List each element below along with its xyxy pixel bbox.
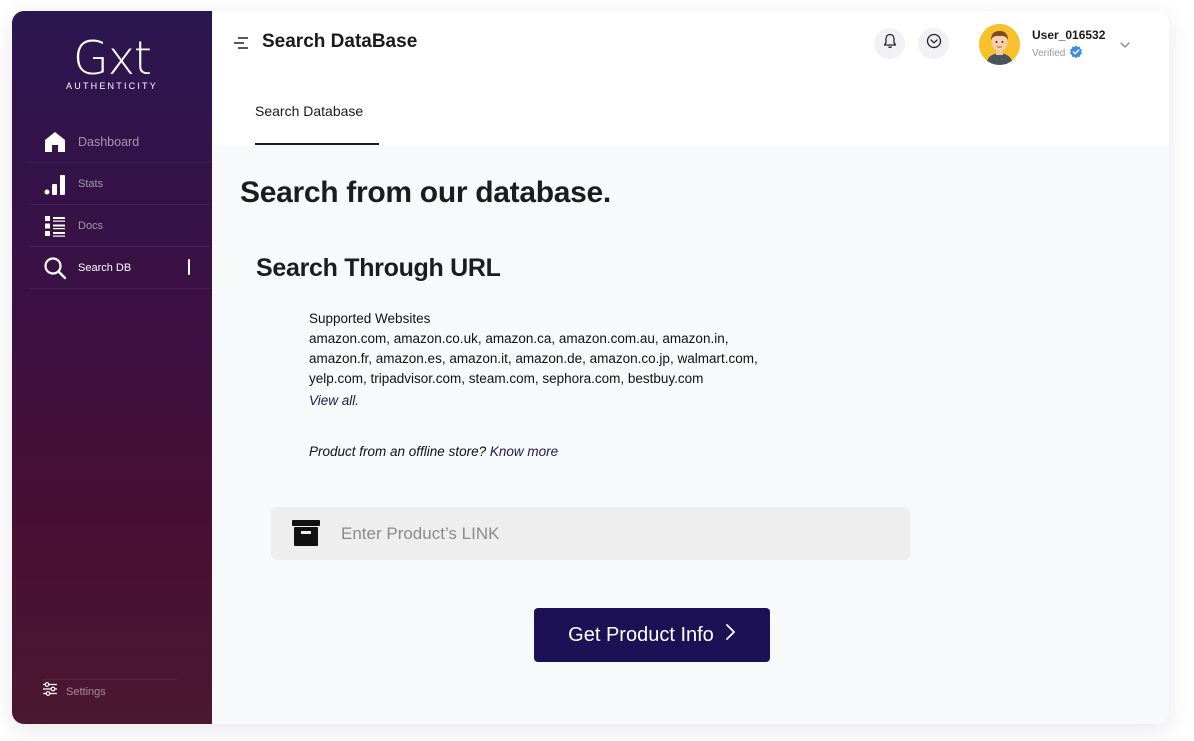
page-title: Search DataBase [262,31,418,52]
sidebar-item-label: Dashboard [78,134,140,149]
list-icon [42,213,68,239]
sliders-icon [42,682,58,701]
search-icon [42,255,68,281]
chevron-circle-icon [926,33,942,54]
sidebar-item-search-db[interactable]: Search DB [30,247,210,289]
tab-active-indicator [255,143,379,145]
user-status: Verified [1032,45,1083,62]
tab-label: Search Database [255,103,364,119]
messages-button[interactable] [918,28,949,59]
supported-websites-line: yelp.com, tripadvisor.com, steam.com, se… [309,371,704,386]
verified-badge-icon [1069,45,1083,62]
sidebar-item-label: Search DB [78,261,132,274]
offline-store-text: Product from an offline store? [309,444,487,459]
menu-icon[interactable] [233,35,249,51]
logo-wordmark: Gxt [73,31,152,85]
sidebar-item-settings[interactable]: Settings [42,679,177,703]
get-product-info-button[interactable]: Get Product Info [534,608,770,662]
notifications-button[interactable] [874,28,905,59]
tab-bar: Search Database [212,75,1169,145]
logo: Gxt AUTHENTICITY [12,33,212,91]
sidebar-nav: Dashboard Stats Docs Search DB [30,121,210,289]
active-indicator [188,259,190,275]
chevron-down-icon[interactable] [1119,38,1131,50]
know-more-link[interactable]: Know more [490,444,558,459]
verified-label: Verified [1032,48,1066,59]
chevron-right-icon [724,623,736,647]
sidebar-item-docs[interactable]: Docs [30,205,210,247]
bar-chart-icon [42,171,68,197]
product-link-input[interactable] [341,507,901,560]
bell-icon [882,33,898,54]
supported-websites-line: amazon.com, amazon.co.uk, amazon.ca, ama… [309,331,729,346]
avatar[interactable] [979,24,1020,65]
offline-store-note: Product from an offline store? Know more [309,444,558,459]
sidebar-item-label: Docs [78,219,104,232]
sidebar-item-stats[interactable]: Stats [30,163,210,205]
top-header: Search DataBase User_016532 Verified [212,11,1169,75]
app-window: Gxt AUTHENTICITY Dashboard Stats Docs Se… [12,11,1169,724]
logo-tagline: AUTHENTICITY [66,81,158,91]
archive-box-icon [292,519,320,547]
main-heading: Search from our database. [240,176,611,209]
user-name: User_016532 [1032,28,1106,42]
supported-websites-label: Supported Websites [309,311,431,326]
sidebar: Gxt AUTHENTICITY Dashboard Stats Docs Se… [12,11,212,724]
section-heading: Search Through URL [256,254,501,282]
product-link-field [271,507,910,560]
view-all-link[interactable]: View all. [309,393,359,408]
settings-label: Settings [66,685,106,698]
sidebar-item-dashboard[interactable]: Dashboard [30,121,210,163]
supported-websites-line: amazon.fr, amazon.es, amazon.it, amazon.… [309,351,758,366]
get-product-info-label: Get Product Info [568,623,714,646]
home-icon [42,129,68,155]
sidebar-item-label: Stats [78,177,104,190]
tab-search-database[interactable]: Search Database [255,103,379,145]
